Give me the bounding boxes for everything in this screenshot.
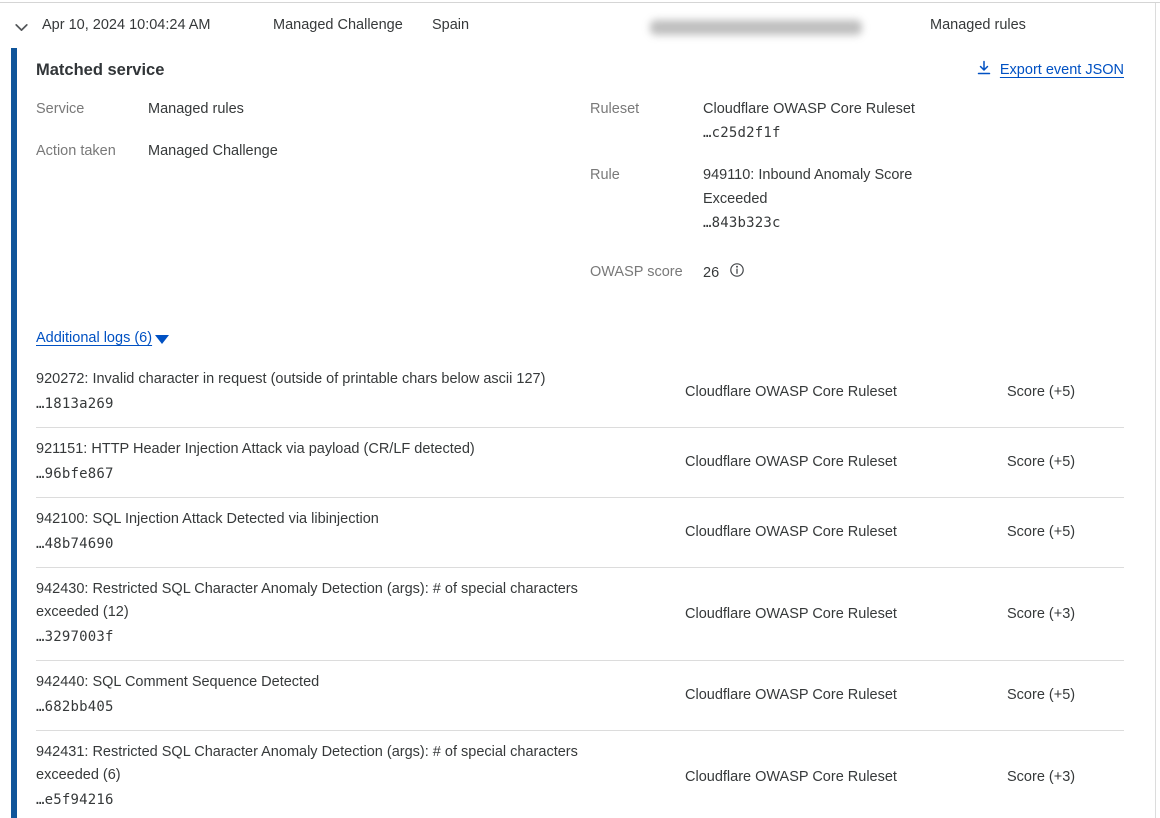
info-icon[interactable] xyxy=(729,262,745,286)
rule-id: …843b323c xyxy=(703,211,948,235)
ruleset-name: Cloudflare OWASP Core Ruleset xyxy=(703,97,915,121)
log-description: 942100: SQL Injection Attack Detected vi… xyxy=(36,508,643,531)
export-event-json-link[interactable]: Export event JSON xyxy=(976,60,1124,80)
redacted-host-blur xyxy=(650,20,862,35)
matched-service-panel: Matched service Export event JSON Servic… xyxy=(11,48,1160,818)
log-row: 942431: Restricted SQL Character Anomaly… xyxy=(36,731,1124,818)
log-score: Score (+3) xyxy=(1007,769,1124,785)
log-row: 942440: SQL Comment Sequence Detected …6… xyxy=(36,661,1124,731)
log-row: 921151: HTTP Header Injection Attack via… xyxy=(36,428,1124,498)
service-label: Service xyxy=(36,97,148,121)
log-rule-id: …e5f94216 xyxy=(36,789,643,812)
log-ruleset: Cloudflare OWASP Core Ruleset xyxy=(685,454,1007,470)
service-field: Service Managed rules xyxy=(36,97,590,121)
action-taken-field: Action taken Managed Challenge xyxy=(36,139,590,163)
log-description: 920272: Invalid character in request (ou… xyxy=(36,368,643,391)
triangle-down-icon xyxy=(155,335,169,344)
event-service: Managed rules xyxy=(930,17,1026,33)
event-detail-screen: Apr 10, 2024 10:04:24 AM Managed Challen… xyxy=(0,2,1160,818)
export-link-label: Export event JSON xyxy=(1000,62,1124,78)
additional-logs-label: Additional logs (6) xyxy=(36,330,152,346)
log-rule-id: …48b74690 xyxy=(36,533,643,556)
panel-title: Matched service xyxy=(36,61,164,80)
ruleset-id: …c25d2f1f xyxy=(703,121,915,145)
log-description: 942430: Restricted SQL Character Anomaly… xyxy=(36,578,643,624)
owasp-score-field: OWASP score 26 xyxy=(590,260,1124,286)
panel-header: Matched service Export event JSON xyxy=(36,60,1124,80)
log-rule-id: …682bb405 xyxy=(36,696,643,719)
log-score: Score (+5) xyxy=(1007,687,1124,703)
log-ruleset: Cloudflare OWASP Core Ruleset xyxy=(685,524,1007,540)
log-ruleset: Cloudflare OWASP Core Ruleset xyxy=(685,606,1007,622)
log-row: 942100: SQL Injection Attack Detected vi… xyxy=(36,498,1124,568)
event-summary-row[interactable]: Apr 10, 2024 10:04:24 AM Managed Challen… xyxy=(0,3,1160,48)
owasp-score-label: OWASP score xyxy=(590,260,703,286)
log-row: 920272: Invalid character in request (ou… xyxy=(36,358,1124,428)
download-icon xyxy=(976,60,992,80)
log-row: 942430: Restricted SQL Character Anomaly… xyxy=(36,568,1124,661)
ruleset-field: Ruleset Cloudflare OWASP Core Ruleset …c… xyxy=(590,97,1124,145)
detail-grid: Service Managed rules Action taken Manag… xyxy=(36,97,1124,304)
owasp-score-value: 26 xyxy=(703,261,719,285)
log-score: Score (+5) xyxy=(1007,454,1124,470)
log-description: 942431: Restricted SQL Character Anomaly… xyxy=(36,741,643,787)
rule-name: 949110: Inbound Anomaly Score Exceeded xyxy=(703,163,948,211)
service-value: Managed rules xyxy=(148,97,244,121)
action-taken-label: Action taken xyxy=(36,139,148,163)
log-ruleset: Cloudflare OWASP Core Ruleset xyxy=(685,769,1007,785)
log-rule-id: …96bfe867 xyxy=(36,463,643,486)
event-action: Managed Challenge xyxy=(273,17,403,33)
rule-field: Rule 949110: Inbound Anomaly Score Excee… xyxy=(590,163,1124,235)
log-rule-id: …1813a269 xyxy=(36,393,643,416)
additional-logs-toggle[interactable]: Additional logs (6) xyxy=(36,330,169,346)
log-ruleset: Cloudflare OWASP Core Ruleset xyxy=(685,384,1007,400)
chevron-down-icon[interactable] xyxy=(13,19,30,40)
additional-logs-list: 920272: Invalid character in request (ou… xyxy=(36,358,1124,818)
ruleset-label: Ruleset xyxy=(590,97,703,145)
event-timestamp: Apr 10, 2024 10:04:24 AM xyxy=(42,17,211,33)
log-rule-id: …3297003f xyxy=(36,626,643,649)
log-ruleset: Cloudflare OWASP Core Ruleset xyxy=(685,687,1007,703)
log-score: Score (+5) xyxy=(1007,524,1124,540)
action-taken-value: Managed Challenge xyxy=(148,139,278,163)
rule-label: Rule xyxy=(590,163,703,235)
log-description: 942440: SQL Comment Sequence Detected xyxy=(36,671,643,694)
event-country: Spain xyxy=(432,17,469,33)
log-description: 921151: HTTP Header Injection Attack via… xyxy=(36,438,643,461)
log-score: Score (+5) xyxy=(1007,384,1124,400)
table-right-border xyxy=(1155,3,1156,818)
log-score: Score (+3) xyxy=(1007,606,1124,622)
